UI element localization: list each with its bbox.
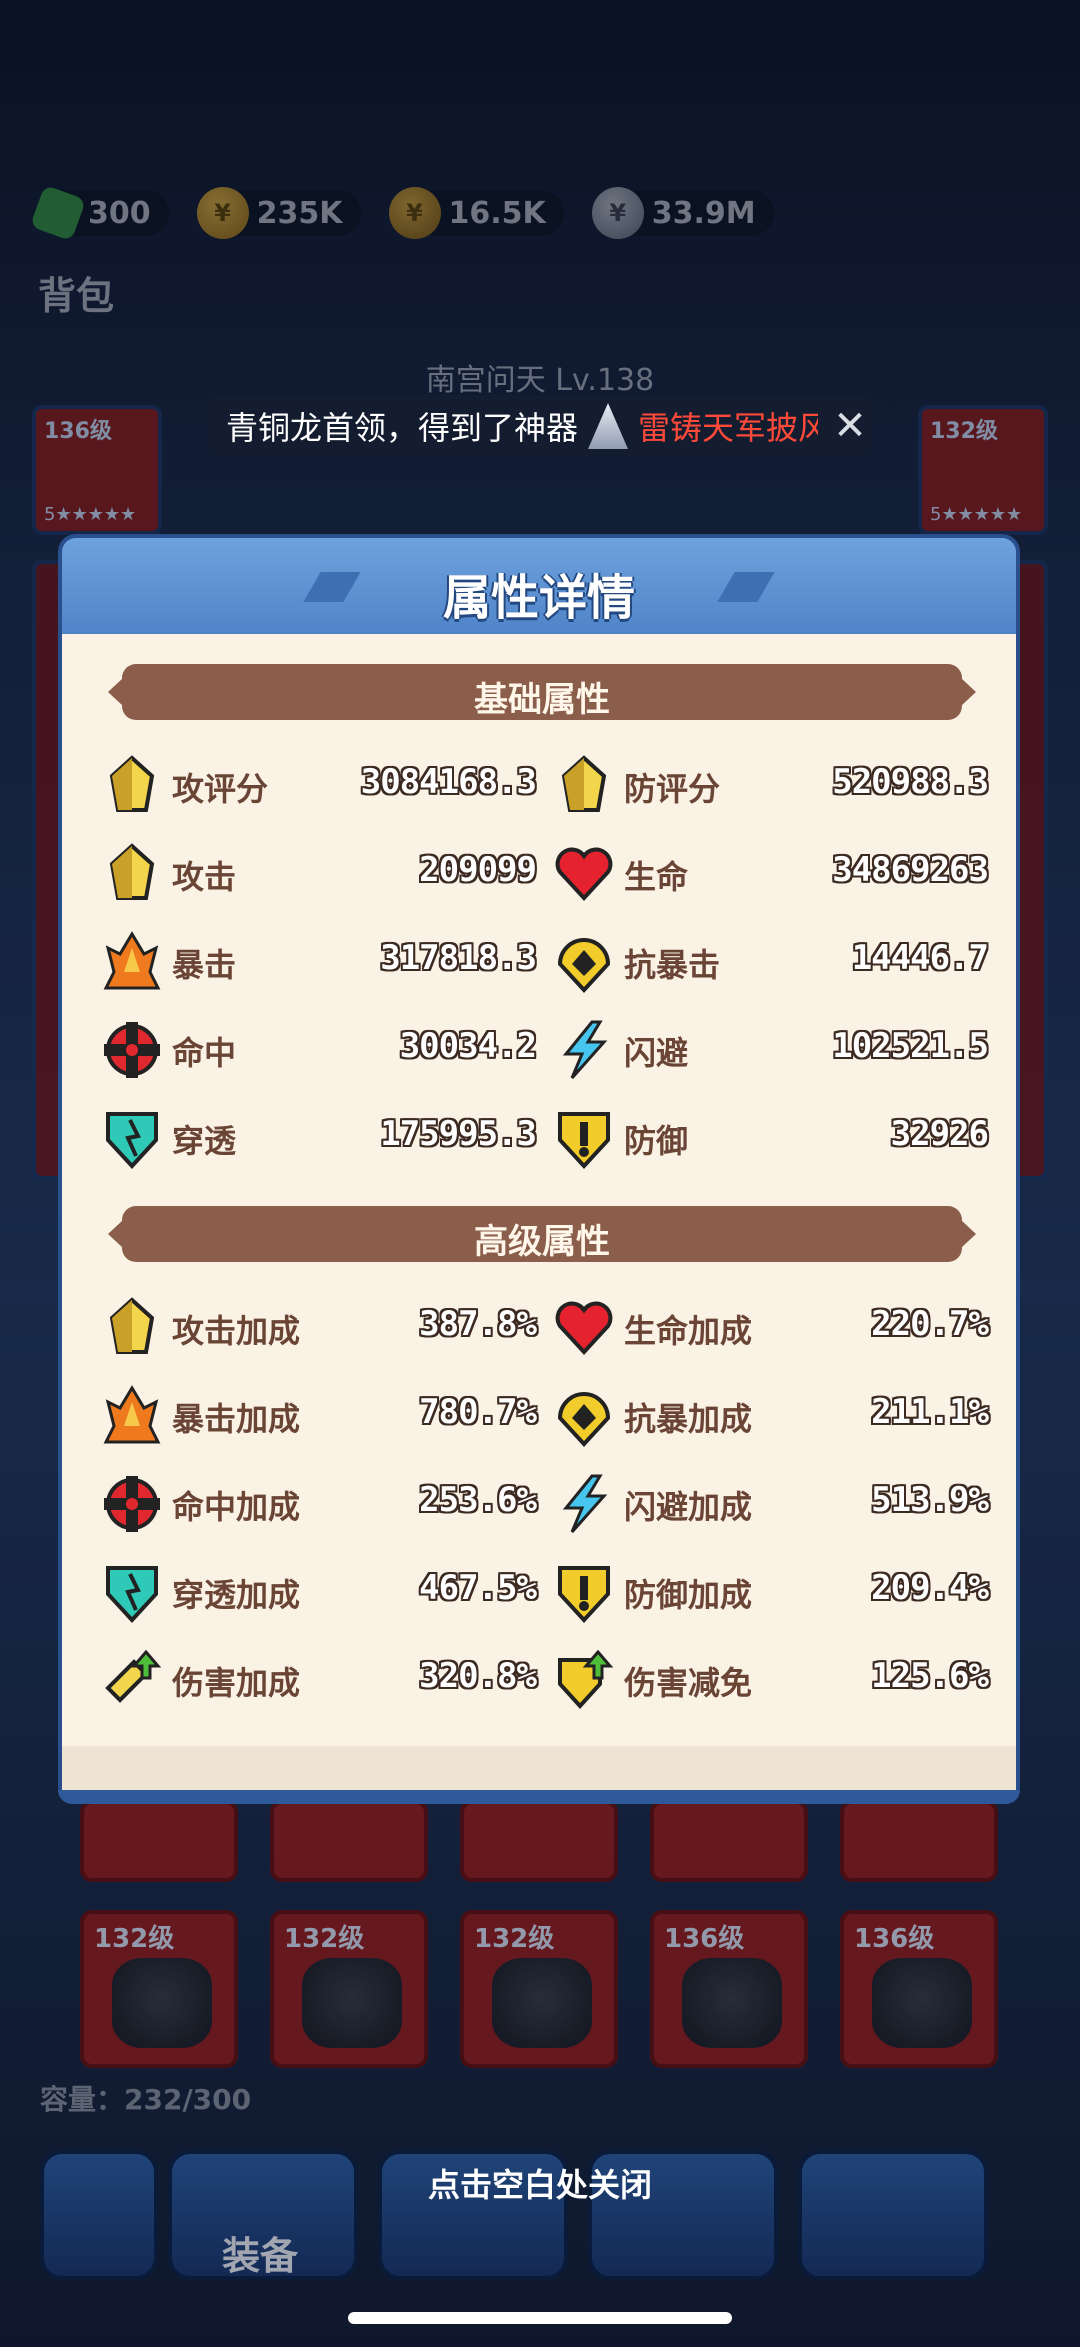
heart-icon xyxy=(555,1301,613,1355)
stat-value: 387.8% xyxy=(419,1304,537,1344)
penetration-icon xyxy=(106,1566,158,1623)
stat-value: 467.5% xyxy=(419,1568,537,1608)
modal-footer-decoration xyxy=(62,1746,1016,1790)
stat-label: 暴击 xyxy=(172,946,237,984)
close-icon[interactable]: ✕ xyxy=(830,406,870,446)
stat-heart: 生命 34869263 xyxy=(552,842,989,912)
stat-value: 125.6% xyxy=(871,1656,989,1696)
stat-anti-crit: 抗暴加成 211.1% xyxy=(552,1384,989,1454)
stat-value: 14446.7 xyxy=(851,938,989,978)
stat-value: 30034.2 xyxy=(399,1026,537,1066)
stat-value: 209099 xyxy=(419,850,537,890)
stat-label: 闪避加成 xyxy=(624,1488,753,1526)
stat-label: 命中 xyxy=(172,1034,237,1072)
home-indicator xyxy=(348,2312,732,2324)
stat-value: 520988.3 xyxy=(832,762,989,802)
stat-label: 防御 xyxy=(624,1122,689,1160)
stat-label: 防御加成 xyxy=(624,1576,753,1614)
stat-value: 320.8% xyxy=(419,1656,537,1696)
stat-value: 34869263 xyxy=(832,850,989,890)
dodge-icon xyxy=(562,1020,608,1079)
stat-label: 伤害加成 xyxy=(172,1664,301,1702)
stat-label: 暴击加成 xyxy=(172,1400,301,1438)
anti-crit-icon xyxy=(557,938,611,993)
stat-value: 211.1% xyxy=(871,1392,989,1432)
stat-attack-score: 攻评分 3084168.3 xyxy=(100,754,537,824)
stat-value: 220.7% xyxy=(871,1304,989,1344)
notice-text: 青铜龙首领，得到了神器 xyxy=(226,409,579,447)
anti-crit-icon xyxy=(557,1392,611,1447)
stat-label: 攻评分 xyxy=(172,770,269,808)
basic-section-header: 基础属性 xyxy=(122,664,962,720)
defense-icon xyxy=(558,1112,610,1169)
stat-label: 穿透加成 xyxy=(172,1576,301,1614)
notice-item-name: 雷铸天军披风 xyxy=(638,409,819,447)
attribute-details-modal: 属性详情 基础属性 攻评分 3084168.3 防评分 520988.3 攻击 20909… xyxy=(58,534,1020,1804)
close-hint[interactable]: 点击空白处关闭 xyxy=(0,2160,1080,2206)
stat-defense: 防御加成 209.4% xyxy=(552,1560,989,1630)
stat-value: 513.9% xyxy=(871,1480,989,1520)
attack-icon xyxy=(109,843,155,900)
stat-value: 317818.3 xyxy=(380,938,537,978)
stat-label: 命中加成 xyxy=(172,1488,301,1526)
dodge-icon xyxy=(562,1474,608,1533)
stat-label: 攻击 xyxy=(172,858,237,896)
modal-header: 属性详情 xyxy=(62,538,1016,634)
stat-label: 伤害减免 xyxy=(624,1664,753,1702)
attack-score-icon xyxy=(109,755,155,812)
stat-value: 32926 xyxy=(890,1114,989,1154)
heart-icon xyxy=(555,847,613,901)
stat-value: 3084168.3 xyxy=(360,762,537,802)
stat-attack: 攻击加成 387.8% xyxy=(100,1296,537,1366)
advanced-section-header: 高级属性 xyxy=(122,1206,962,1262)
advanced-section-title: 高级属性 xyxy=(474,1222,610,1262)
stat-label: 生命 xyxy=(624,858,689,896)
cape-icon xyxy=(588,403,629,449)
modal-bottom-edge xyxy=(58,1790,1020,1804)
stat-value: 102521.5 xyxy=(832,1026,989,1066)
stat-label: 抗暴加成 xyxy=(624,1400,753,1438)
hit-icon xyxy=(104,1476,160,1532)
stat-hit: 命中 30034.2 xyxy=(100,1018,537,1088)
penetration-icon xyxy=(106,1112,158,1169)
stat-crit: 暴击加成 780.7% xyxy=(100,1384,537,1454)
stat-label: 攻击加成 xyxy=(172,1312,301,1350)
stat-heart: 生命加成 220.7% xyxy=(552,1296,989,1366)
crit-icon xyxy=(103,931,161,990)
stat-value: 253.6% xyxy=(419,1480,537,1520)
item-drop-notice: 青铜龙首领，得到了神器 雷铸天军披风 ✕ xyxy=(208,395,872,457)
stat-damage-reduce: 伤害减免 125.6% xyxy=(552,1648,989,1718)
stat-crit: 暴击 317818.3 xyxy=(100,930,537,1000)
crit-icon xyxy=(103,1385,161,1444)
stat-attack: 攻击 209099 xyxy=(100,842,537,912)
stat-label: 防评分 xyxy=(624,770,721,808)
stat-dodge: 闪避加成 513.9% xyxy=(552,1472,989,1542)
stat-value: 780.7% xyxy=(419,1392,537,1432)
stat-label: 闪避 xyxy=(624,1034,689,1072)
stat-value: 175995.3 xyxy=(380,1114,537,1154)
damage-reduce-icon xyxy=(558,1649,614,1709)
basic-section-title: 基础属性 xyxy=(474,680,610,720)
modal-body: 基础属性 攻评分 3084168.3 防评分 520988.3 攻击 209099 生命 34… xyxy=(62,634,1016,1790)
stat-defense: 防御 32926 xyxy=(552,1106,989,1176)
stat-label: 抗暴击 xyxy=(624,946,721,984)
stat-hit: 命中加成 253.6% xyxy=(100,1472,537,1542)
stat-label: 生命加成 xyxy=(624,1312,753,1350)
attack-icon xyxy=(109,1297,155,1354)
damage-bonus-icon xyxy=(105,1649,162,1703)
defense-score-icon xyxy=(561,755,607,812)
stat-anti-crit: 抗暴击 14446.7 xyxy=(552,930,989,1000)
defense-icon xyxy=(558,1566,610,1623)
stat-value: 209.4% xyxy=(871,1568,989,1608)
stat-penetration: 穿透 175995.3 xyxy=(100,1106,537,1176)
stat-penetration: 穿透加成 467.5% xyxy=(100,1560,537,1630)
stat-defense-score: 防评分 520988.3 xyxy=(552,754,989,824)
modal-title: 属性详情 xyxy=(442,570,635,626)
stat-damage-bonus: 伤害加成 320.8% xyxy=(100,1648,537,1718)
hit-icon xyxy=(104,1022,160,1078)
stat-label: 穿透 xyxy=(172,1122,237,1160)
stat-dodge: 闪避 102521.5 xyxy=(552,1018,989,1088)
